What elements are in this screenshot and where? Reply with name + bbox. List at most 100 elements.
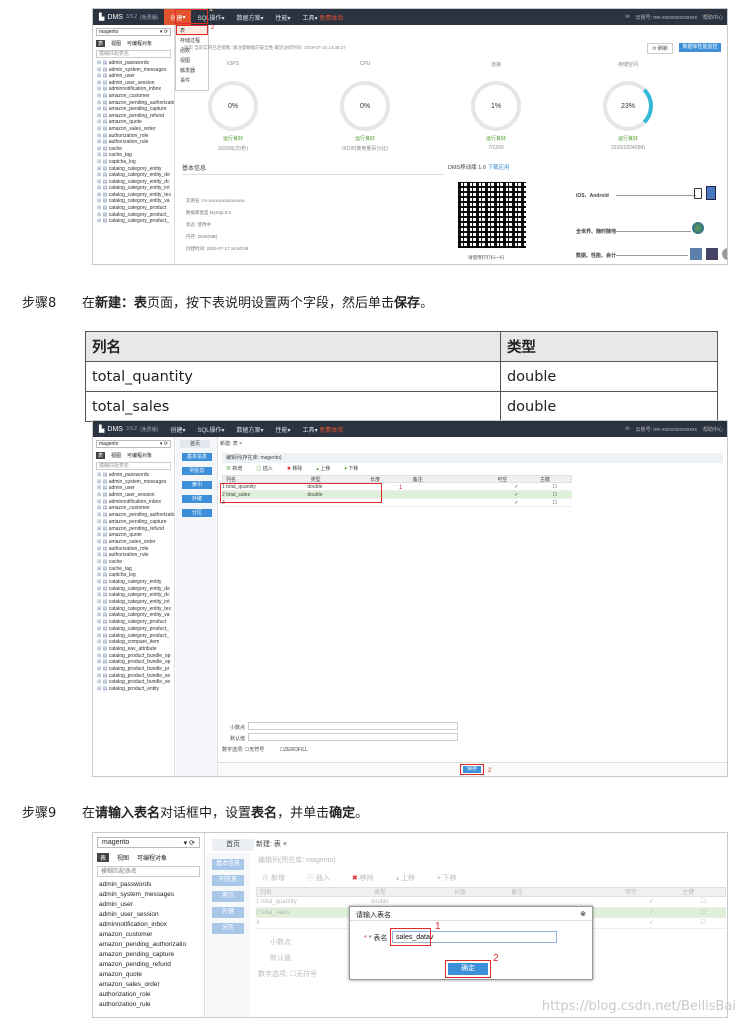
side-button[interactable]: 外键 bbox=[212, 907, 244, 918]
table-list-item[interactable]: catalog_category_entity_de bbox=[97, 172, 174, 179]
tab-tables[interactable]: 表 bbox=[97, 853, 110, 862]
table-list-item[interactable]: admin_passwords bbox=[97, 60, 174, 67]
table-list-item[interactable]: adminnotification_inbox bbox=[99, 920, 204, 930]
table-list-item[interactable]: catalog_category_product bbox=[97, 205, 174, 212]
tab-tables[interactable]: 表 bbox=[96, 40, 106, 47]
tab-home[interactable]: 首页 bbox=[212, 839, 254, 851]
table-list-item[interactable]: amazon_pending_capture bbox=[99, 950, 204, 960]
table-list-item[interactable]: captcha_log bbox=[97, 572, 174, 579]
table-list-item[interactable]: authorization_rule bbox=[99, 1000, 204, 1010]
side-button[interactable]: 索引 bbox=[182, 481, 212, 489]
table-list-item[interactable]: cache bbox=[97, 559, 174, 566]
table-list-item[interactable]: cache bbox=[97, 146, 174, 153]
table-list-item[interactable]: amazon_pending_capture bbox=[97, 519, 174, 526]
remove-button[interactable]: ✖ 移除 bbox=[287, 465, 303, 472]
tab-programmable[interactable]: 可编程对象 bbox=[127, 40, 152, 47]
table-list-item[interactable]: admin_user_session bbox=[97, 80, 174, 87]
table-list-item[interactable]: amazon_customer bbox=[99, 930, 204, 940]
nullable-checkbox[interactable]: ✓ bbox=[495, 499, 538, 506]
table-list-item[interactable]: catalog_category_entity_va bbox=[97, 198, 174, 205]
side-button[interactable]: 分区 bbox=[212, 923, 244, 934]
primary-key-checkbox[interactable]: ☐ bbox=[538, 483, 572, 490]
table-list-item[interactable]: admin_system_messages bbox=[99, 890, 204, 900]
side-button[interactable]: 索引 bbox=[212, 891, 244, 902]
menu-tools[interactable]: 工具▾ 免费体验 bbox=[297, 425, 350, 434]
menu-create[interactable]: 创建▾ bbox=[164, 425, 191, 434]
table-list-item[interactable]: authorization_role bbox=[97, 133, 174, 140]
table-list-item[interactable]: catalog_category_product_ bbox=[97, 218, 174, 225]
tab-views[interactable]: 视图 bbox=[117, 853, 129, 862]
table-list-item[interactable]: catalog_category_entity_va bbox=[97, 612, 174, 619]
db-select[interactable]: magento ▾ ⟳ bbox=[96, 440, 171, 448]
tab-new-table[interactable]: 新建: 表 × bbox=[256, 839, 287, 849]
menu-performance[interactable]: 性能▾ bbox=[270, 425, 297, 434]
side-button[interactable]: 基本信息 bbox=[182, 453, 212, 461]
table-search-input[interactable]: 模糊匹配表名 bbox=[96, 462, 171, 470]
move-up-button[interactable]: ▴ 上移 bbox=[316, 465, 330, 472]
table-list-item[interactable]: authorization_rule bbox=[97, 139, 174, 146]
tab-home[interactable]: 首页 bbox=[180, 440, 210, 448]
nullable-checkbox[interactable]: ✓ bbox=[623, 908, 680, 917]
table-list-item[interactable]: admin_system_messages bbox=[97, 479, 174, 486]
column-comment-cell[interactable] bbox=[410, 483, 495, 490]
mail-icon[interactable]: ✉ bbox=[625, 14, 629, 21]
table-list-item[interactable]: amazon_pending_refund bbox=[97, 113, 174, 120]
side-button[interactable]: 基本信息 bbox=[212, 859, 244, 870]
move-down-button[interactable]: ▾ 下移 bbox=[344, 465, 358, 472]
table-list-item[interactable]: catalog_category_entity_dc bbox=[97, 592, 174, 599]
insert-button[interactable]: ▤ 插入 bbox=[256, 465, 272, 472]
refresh-button[interactable]: ⟳ 刷新 bbox=[647, 43, 673, 54]
db-select[interactable]: magento ▾ ⟳ bbox=[97, 837, 200, 848]
menu-sql[interactable]: SQL操作▾ bbox=[191, 425, 230, 434]
table-list-item[interactable]: amazon_pending_capture bbox=[97, 106, 174, 113]
table-list-item[interactable]: admin_passwords bbox=[97, 472, 174, 479]
side-button[interactable]: 分区 bbox=[182, 509, 212, 517]
mail-icon[interactable]: ✉ bbox=[625, 426, 629, 433]
table-list-item[interactable]: catalog_product_bundle_se bbox=[97, 679, 174, 686]
table-list-item[interactable]: catalog_category_entity_int bbox=[97, 185, 174, 192]
table-list-item[interactable]: authorization_role bbox=[97, 546, 174, 553]
add-button[interactable]: ⊕ 新增 bbox=[262, 873, 285, 883]
nullable-checkbox[interactable]: ✓ bbox=[623, 918, 680, 927]
table-list-item[interactable]: catalog_compare_item bbox=[97, 639, 174, 646]
primary-key-checkbox[interactable]: ☐ bbox=[680, 897, 726, 906]
table-list-item[interactable]: catalog_category_product_ bbox=[97, 626, 174, 633]
table-search-input[interactable]: 模糊匹配表名 bbox=[97, 866, 200, 877]
table-list-item[interactable]: catalog_category_entity bbox=[97, 579, 174, 586]
table-list-item[interactable]: amazon_pending_authorizatio bbox=[97, 100, 174, 107]
table-list-item[interactable]: catalog_product_bundle_se bbox=[97, 673, 174, 680]
table-list-item[interactable]: catalog_category_entity_dc bbox=[97, 179, 174, 186]
table-list-item[interactable]: catalog_category_product_ bbox=[97, 212, 174, 219]
table-list-item[interactable]: amazon_quote bbox=[99, 970, 204, 980]
nullable-checkbox[interactable]: ✓ bbox=[623, 897, 680, 906]
monitor-button[interactable]: 数据库性能监控 bbox=[679, 43, 721, 52]
table-list-item[interactable]: adminnotification_inbox bbox=[97, 499, 174, 506]
primary-key-checkbox[interactable]: ☐ bbox=[538, 491, 572, 498]
table-list-item[interactable]: authorization_role bbox=[99, 990, 204, 1000]
table-list-item[interactable]: catalog_product_bundle_pr bbox=[97, 666, 174, 673]
primary-key-checkbox[interactable]: ☐ bbox=[538, 499, 572, 506]
table-list-item[interactable]: admin_system_messages bbox=[97, 67, 174, 74]
table-list-item[interactable]: catalog_product_entity bbox=[97, 686, 174, 693]
side-button[interactable]: 外键 bbox=[182, 495, 212, 503]
table-list-item[interactable]: amazon_sales_order bbox=[99, 980, 204, 990]
primary-key-checkbox[interactable]: ☐ bbox=[680, 918, 726, 927]
table-list-item[interactable]: catalog_category_product_ bbox=[97, 633, 174, 640]
menu-tools[interactable]: 工具▾ 免费体验 bbox=[297, 13, 350, 22]
table-list-item[interactable]: amazon_pending_refund bbox=[97, 526, 174, 533]
table-list-item[interactable]: admin_user_session bbox=[99, 910, 204, 920]
table-list-item[interactable]: adminnotification_inbox bbox=[97, 86, 174, 93]
table-list-item[interactable]: amazon_quote bbox=[97, 119, 174, 126]
close-icon[interactable]: ⊗ bbox=[580, 910, 586, 918]
menu-performance[interactable]: 性能▾ bbox=[270, 13, 297, 22]
table-list-item[interactable]: admin_user_session bbox=[97, 492, 174, 499]
table-list-item[interactable]: amazon_pending_authorizatio bbox=[99, 940, 204, 950]
menu-data-plan[interactable]: 数据方案▾ bbox=[230, 13, 269, 22]
tab-programmable[interactable]: 可编程对象 bbox=[137, 853, 167, 862]
nullable-checkbox[interactable]: ✓ bbox=[495, 491, 538, 498]
table-list-item[interactable]: catalog_category_entity_int bbox=[97, 599, 174, 606]
table-list-item[interactable]: admin_user bbox=[97, 485, 174, 492]
db-select[interactable]: magento ▾ ⟳ bbox=[96, 28, 171, 36]
table-list-item[interactable]: amazon_customer bbox=[97, 505, 174, 512]
move-up-button[interactable]: ▴ 上移 bbox=[396, 873, 415, 883]
